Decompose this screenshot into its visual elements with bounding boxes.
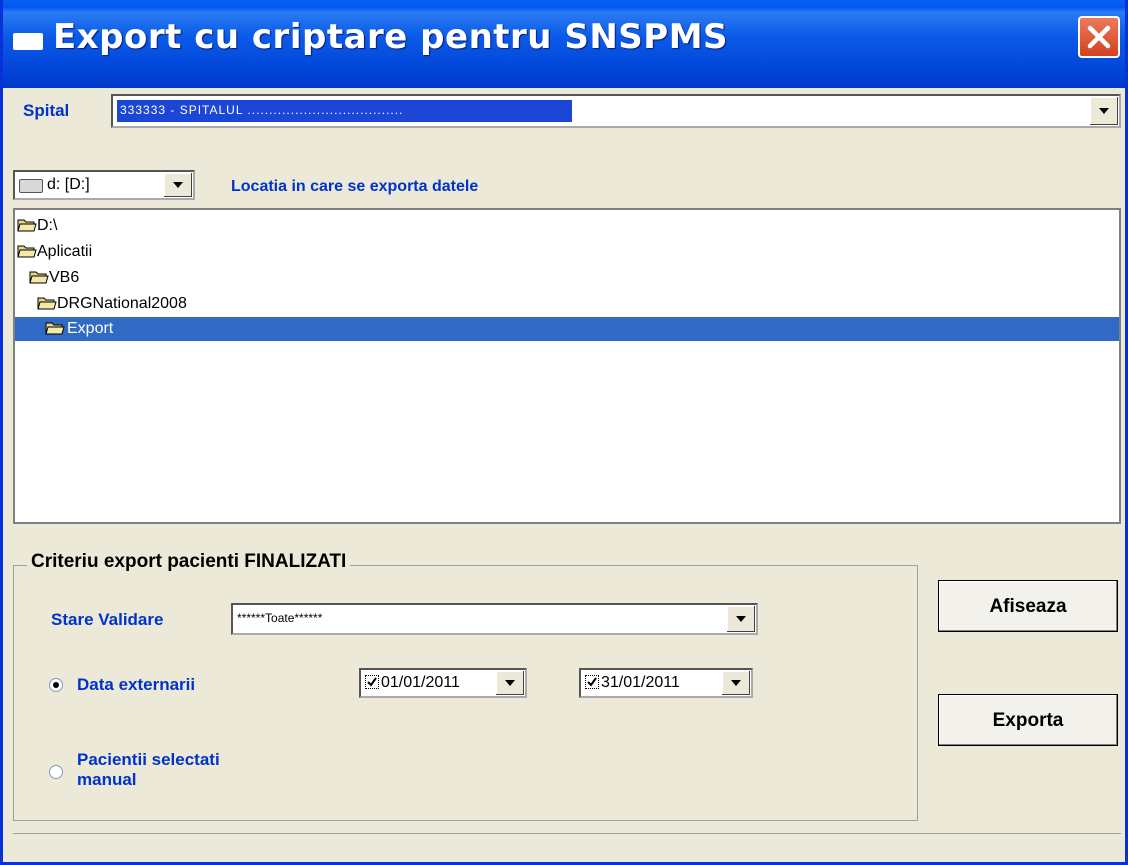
folder-open-icon: [17, 245, 37, 258]
checkmark-icon: [587, 677, 597, 687]
date-to-checkbox[interactable]: [585, 675, 599, 689]
close-icon: [1087, 25, 1111, 49]
chevron-down-icon: [731, 680, 741, 686]
drive-select[interactable]: d: [D:]: [13, 170, 195, 200]
chevron-down-icon: [1099, 108, 1109, 114]
data-externarii-label: Data externarii: [77, 675, 196, 694]
date-to-value: 31/01/2011: [601, 674, 680, 691]
folder-open-icon: [45, 322, 65, 335]
date-from-value: 01/01/2011: [381, 674, 460, 691]
chevron-down-icon: [173, 182, 183, 188]
pacienti-manual-line2: manual: [77, 770, 137, 789]
date-from-checkbox[interactable]: [365, 675, 379, 689]
radio-selected-dot: [53, 682, 59, 688]
date-to-picker[interactable]: 31/01/2011: [579, 668, 753, 698]
chevron-down-icon: [736, 616, 746, 622]
stare-validare-select[interactable]: ******Toate******: [231, 603, 758, 635]
window-title: Export cu criptare pentru SNSPMS: [53, 17, 729, 57]
drive-value: d: [D:]: [47, 176, 90, 193]
status-bar-divider: [13, 833, 1121, 834]
pacienti-manual-label: Pacientii selectati manual: [77, 750, 220, 790]
afiseaza-button[interactable]: Afiseaza: [938, 580, 1118, 632]
spital-select[interactable]: 333333 - SPITALUL ......................…: [111, 94, 1121, 128]
date-from-picker[interactable]: 01/01/2011: [359, 668, 527, 698]
chevron-down-icon: [505, 680, 515, 686]
date-to-dropdown-button[interactable]: [721, 671, 750, 695]
pacienti-manual-line1: Pacientii selectati: [77, 750, 220, 769]
exporta-button[interactable]: Exporta: [938, 694, 1118, 746]
export-window: Export cu criptare pentru SNSPMS Spital …: [0, 0, 1128, 865]
drive-icon: [19, 179, 43, 193]
date-from-dropdown-button[interactable]: [495, 671, 524, 695]
folder-open-icon: [29, 271, 49, 284]
location-hint: Locatia in care se exporta datele: [231, 178, 479, 195]
stare-validare-value: ******Toate******: [237, 611, 323, 625]
window-menu-icon[interactable]: [13, 33, 43, 50]
radio-pacienti-manual[interactable]: [49, 765, 63, 779]
folder-open-icon: [37, 297, 57, 310]
close-button[interactable]: [1078, 16, 1120, 58]
spital-dropdown-button[interactable]: [1089, 97, 1118, 125]
spital-selected-value: 333333 - SPITALUL ......................…: [117, 100, 572, 122]
stare-dropdown-button[interactable]: [726, 606, 755, 632]
folder-open-icon: [17, 219, 37, 232]
spital-label: Spital: [23, 101, 70, 120]
tree-item-export[interactable]: Export: [15, 317, 1119, 341]
stare-validare-label: Stare Validare: [51, 610, 164, 629]
radio-data-externarii[interactable]: [49, 678, 63, 692]
checkmark-icon: [367, 677, 377, 687]
folder-tree[interactable]: D:\ Aplicatii VB6 DRGNational2008 Export: [13, 208, 1121, 524]
criteria-title: Criteriu export pacienti FINALIZATI: [27, 551, 351, 573]
title-bar[interactable]: Export cu criptare pentru SNSPMS: [3, 0, 1125, 88]
drive-dropdown-button[interactable]: [163, 173, 192, 197]
